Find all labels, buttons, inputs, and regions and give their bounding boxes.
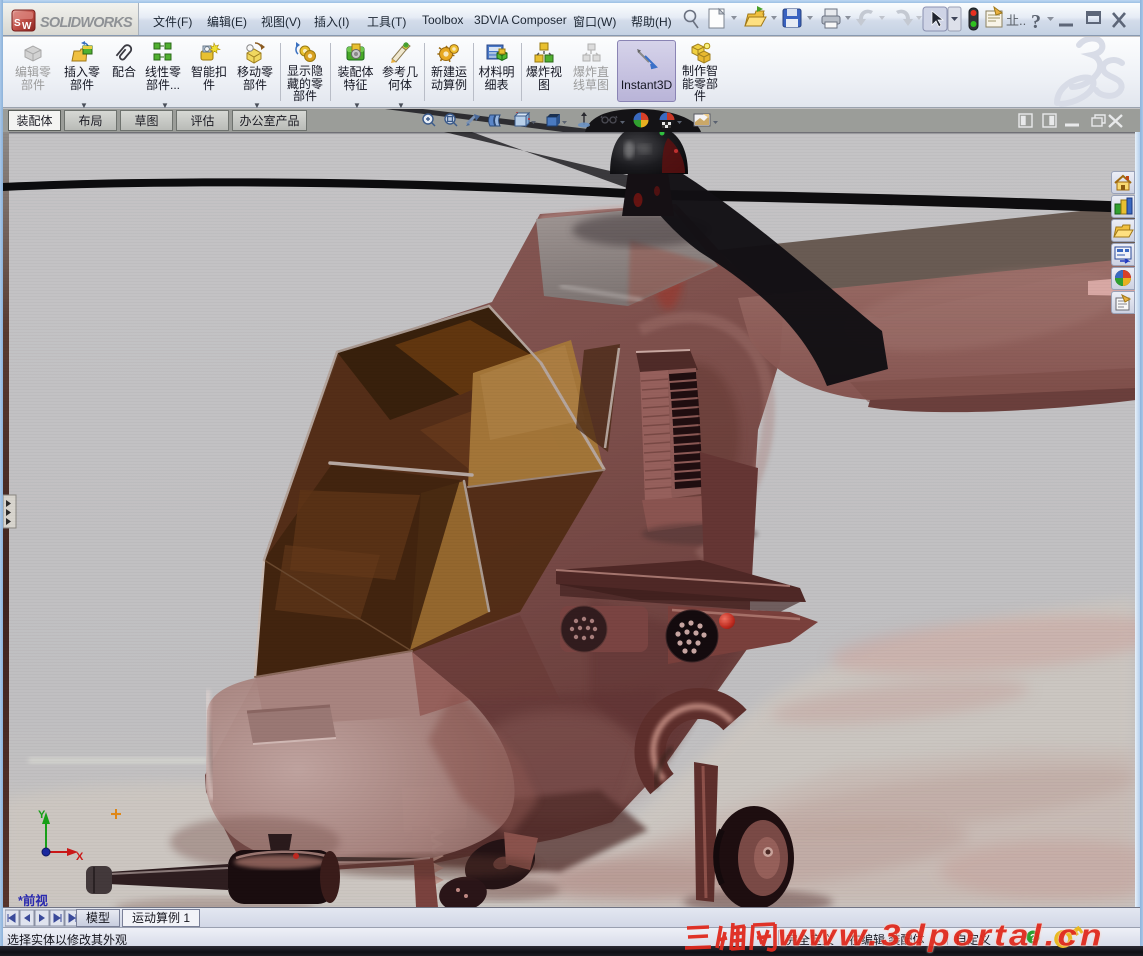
svg-text:?: ?	[1031, 11, 1041, 33]
svg-text:S: S	[14, 18, 21, 29]
svg-text:㐀..: 㐀..	[1006, 13, 1026, 28]
svg-text:W: W	[22, 21, 32, 32]
svg-text:SOLIDWORKS: SOLIDWORKS	[40, 15, 133, 31]
